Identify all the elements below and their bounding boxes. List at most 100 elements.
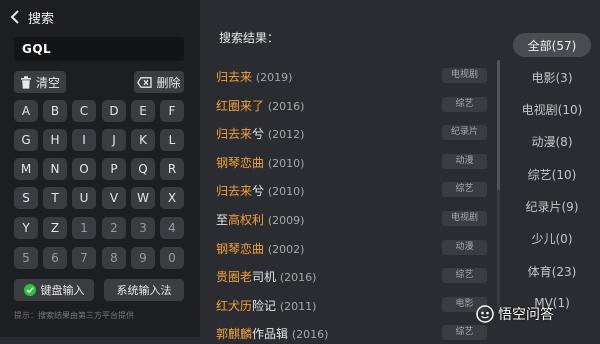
result-row[interactable]: 至高权利 (2009) 电视剧 [216,208,491,230]
result-title-prefix: 至 [216,213,229,227]
key-i[interactable]: I [72,129,96,151]
key-n[interactable]: N [43,158,67,180]
header: 搜索 [10,6,54,28]
key-1[interactable]: 1 [72,217,96,239]
result-title: 红圈来了 (2016) [216,97,304,114]
key-4[interactable]: 4 [160,217,184,239]
result-title: 归去来兮 (2012) [216,125,304,142]
watermark-text: 悟空问答 [498,307,554,323]
result-row[interactable]: 归去来兮 (2012) 纪录片 [216,122,491,144]
key-v[interactable]: V [102,187,126,209]
result-year: (2016) [267,99,305,113]
key-c[interactable]: C [72,100,96,122]
backspace-icon [137,76,153,88]
key-u[interactable]: U [72,187,96,209]
category-tab[interactable]: 少儿(0) [513,227,591,251]
search-input[interactable]: GQL [14,37,184,61]
category-tab[interactable]: 纪录片(9) [513,195,591,219]
clear-label: 清空 [35,75,60,90]
result-row[interactable]: 红犬历险记 (2011) 电影 [216,294,491,316]
key-5[interactable]: 5 [14,247,38,269]
watermark: 悟空问答 [476,304,554,324]
key-r[interactable]: R [160,158,184,180]
result-row[interactable]: 郭麒麟作品辑 (2016) 综艺 [216,322,491,344]
category-tab[interactable]: 体育(23) [513,259,591,283]
result-title: 郭麒麟作品辑 (2016) [216,325,328,342]
result-title: 归去来 (2019) [216,68,292,85]
result-type-tag: 动漫 [442,239,487,255]
key-6[interactable]: 6 [43,247,67,269]
result-title: 红犬历险记 (2011) [216,297,316,314]
category-tab[interactable]: 电影(3) [513,65,591,89]
system-input-button[interactable]: 系统输入法 [104,279,184,301]
delete-button[interactable]: 删除 [134,71,184,93]
result-type-tag: 综艺 [442,96,487,112]
result-year: (2002) [267,242,305,256]
result-type-tag: 综艺 [442,268,487,284]
result-year: (2019) [255,71,293,84]
key-8[interactable]: 8 [102,247,126,269]
result-title-highlight: 归去来 [216,184,253,199]
key-7[interactable]: 7 [72,247,96,269]
key-j[interactable]: J [102,129,126,151]
key-f[interactable]: F [160,100,184,122]
key-3[interactable]: 3 [131,217,155,239]
result-year: (2010) [267,185,305,199]
key-m[interactable]: M [14,158,38,180]
key-p[interactable]: P [102,158,126,180]
result-row[interactable]: 归去来兮 (2010) 综艺 [216,179,491,201]
key-z[interactable]: Z [43,217,67,239]
key-2[interactable]: 2 [102,217,126,239]
key-g[interactable]: G [14,129,38,151]
key-b[interactable]: B [43,100,67,122]
key-o[interactable]: O [72,158,96,180]
result-row[interactable]: 钢琴恋曲 (2010) 动漫 [216,151,491,173]
result-type-tag: 综艺 [442,182,487,198]
category-tab[interactable]: 全部(57) [513,33,591,57]
key-t[interactable]: T [43,187,67,209]
result-title-highlight: 归去来 [216,70,253,84]
wukong-logo-icon [476,305,494,323]
category-tab[interactable]: 动漫(8) [513,130,591,154]
tip-text: 提示：搜索结果由第三方平台提供 [14,311,134,320]
result-year: (2016) [279,271,317,285]
result-title-rest: 司机 [252,270,277,285]
result-title: 钢琴恋曲 (2002) [216,240,304,257]
back-arrow-icon[interactable] [10,10,20,24]
key-0[interactable]: 0 [160,247,184,269]
clear-button[interactable]: 清空 [14,71,66,93]
key-q[interactable]: Q [131,158,155,180]
left-panel: 搜索 GQL 清空 删除 ABCDEF GHIJKL MNOPQR STUVWX YZ1… [0,0,200,337]
category-tab[interactable]: 电视剧(10) [513,98,591,122]
key-a[interactable]: A [14,100,38,122]
result-year: (2012) [267,128,305,142]
keyboard-input-label: 键盘输入 [40,284,85,297]
keyboard-input-button[interactable]: 键盘输入 [14,279,94,301]
key-h[interactable]: H [43,129,67,151]
result-row[interactable]: 红圈来了 (2016) 综艺 [216,94,491,116]
page-title: 搜索 [28,11,55,27]
key-x[interactable]: X [160,187,184,209]
result-title-highlight: 贵圈老 [216,270,253,285]
key-e[interactable]: E [131,100,155,122]
result-row[interactable]: 贵圈老司机 (2016) 综艺 [216,265,491,287]
result-row[interactable]: 归去来 (2019) 电视剧 [216,65,491,87]
check-icon [23,284,36,296]
result-type-tag: 动漫 [442,153,487,169]
key-9[interactable]: 9 [131,247,155,269]
result-title-highlight: 钢琴恋曲 [216,155,265,170]
result-title: 钢琴恋曲 (2010) [216,154,304,171]
result-title-rest: 作品辑 [252,327,289,342]
key-s[interactable]: S [14,187,38,209]
key-d[interactable]: D [102,100,126,122]
key-k[interactable]: K [131,129,155,151]
key-w[interactable]: W [131,187,155,209]
result-title-rest: 兮 [252,184,265,199]
category-tab[interactable]: 综艺(10) [513,162,591,186]
results-scrollbar[interactable] [497,60,500,310]
key-y[interactable]: Y [14,217,38,239]
key-l[interactable]: L [160,129,184,151]
result-title-highlight: 高权利 [228,213,265,227]
scroll-thumb[interactable] [497,60,500,190]
result-row[interactable]: 钢琴恋曲 (2002) 动漫 [216,237,491,259]
